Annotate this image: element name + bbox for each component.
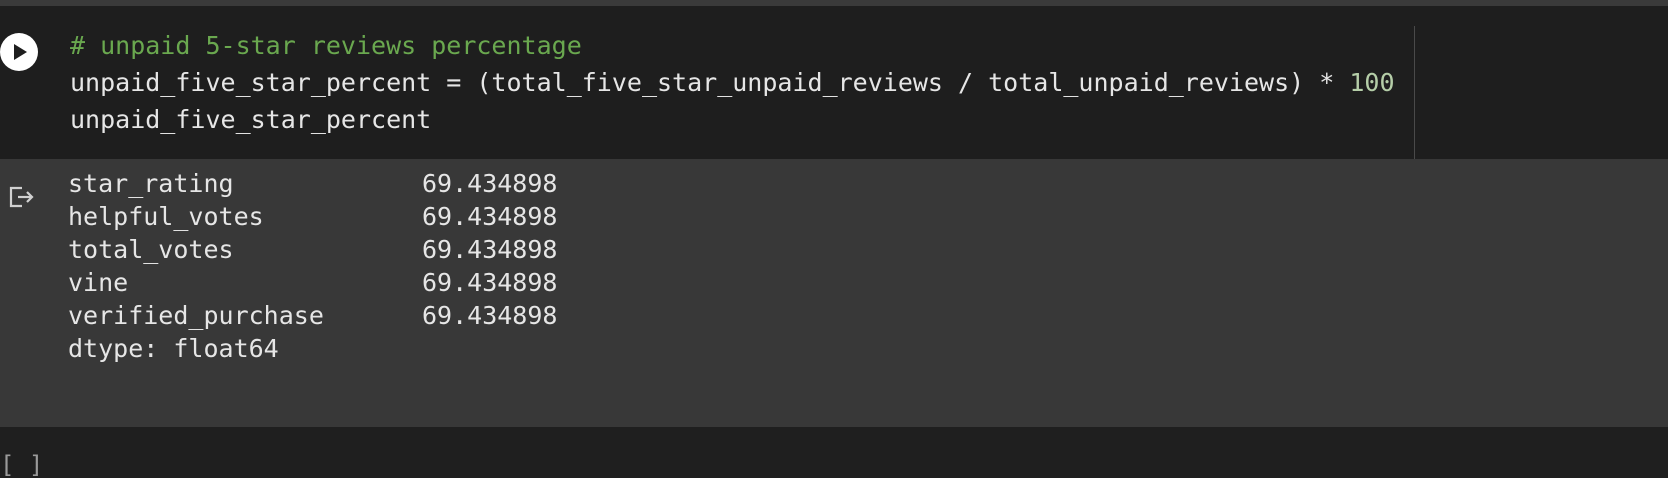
next-cell-run-indicator[interactable]: [ ] — [0, 452, 43, 478]
output-redirect-icon[interactable] — [8, 185, 36, 209]
editor-ruler — [1414, 26, 1415, 165]
output-value: 69.434898 — [422, 301, 558, 330]
code-text: unpaid_five_star_percent — [70, 105, 432, 134]
output-value: 69.434898 — [422, 268, 558, 297]
output-value: 69.434898 — [422, 202, 558, 231]
output-dtype: dtype: float64 — [68, 334, 279, 363]
code-line-3[interactable]: unpaid_five_star_percent — [70, 102, 431, 138]
code-text: unpaid_five_star_percent = (total_five_s… — [70, 68, 1350, 97]
output-row: total_votes 69.434898 — [68, 233, 557, 267]
output-label: helpful_votes — [68, 202, 264, 231]
output-row: verified_purchase 69.434898 — [68, 299, 557, 333]
code-line-1[interactable]: # unpaid 5-star reviews percentage — [70, 28, 582, 64]
play-icon — [14, 44, 27, 60]
output-label: total_votes — [68, 235, 234, 264]
output-label: vine — [68, 268, 129, 297]
notebook-page: # unpaid 5-star reviews percentage unpai… — [0, 0, 1668, 478]
code-cell[interactable]: # unpaid 5-star reviews percentage unpai… — [0, 6, 1668, 165]
output-label: star_rating — [68, 169, 234, 198]
code-comment: # unpaid 5-star reviews percentage — [70, 31, 582, 60]
output-value: 69.434898 — [422, 169, 558, 198]
code-line-2[interactable]: unpaid_five_star_percent = (total_five_s… — [70, 65, 1395, 101]
output-row: vine 69.434898 — [68, 266, 557, 300]
output-row: star_rating 69.434898 — [68, 167, 557, 201]
cell-output: star_rating 69.434898 helpful_votes 69.434… — [0, 159, 1668, 427]
output-row: helpful_votes 69.434898 — [68, 200, 557, 234]
code-number: 100 — [1349, 68, 1395, 97]
output-label: verified_purchase — [68, 301, 324, 330]
output-value: 69.434898 — [422, 235, 558, 264]
run-cell-button[interactable] — [0, 33, 38, 71]
